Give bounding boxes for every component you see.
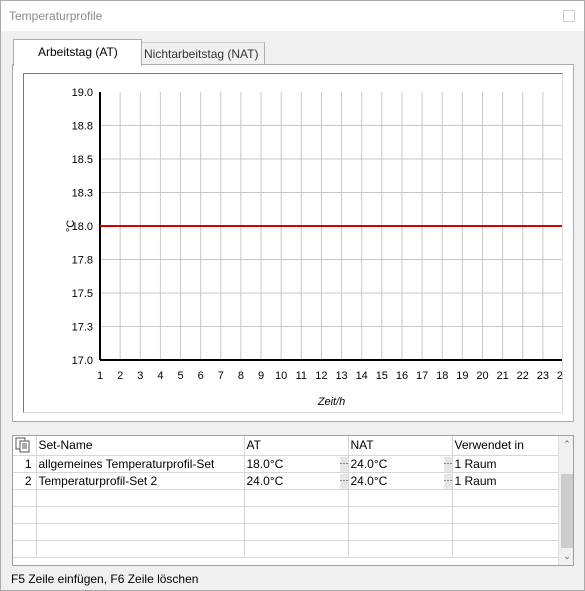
- nat-value: 24.0°C: [350, 456, 388, 471]
- at-cell[interactable]: 24.0°C ···: [244, 472, 349, 490]
- chart-frame: 1234567891011121314151617181920212223241…: [23, 73, 563, 413]
- status-hint: F5 Zeile einfügen, F6 Zeile löschen: [11, 572, 199, 586]
- temperaturprofile-window: Temperaturprofile Arbeitstag (AT) Nichta…: [0, 0, 585, 591]
- x-tick-label: 16: [396, 370, 408, 382]
- close-button[interactable]: [563, 10, 575, 22]
- at-value: 24.0°C: [246, 473, 284, 488]
- x-tick-label: 14: [356, 370, 368, 382]
- x-axis-label: Zeit/h: [317, 396, 346, 408]
- set-name-cell[interactable]: allgemeines Temperaturprofil-Set: [36, 455, 245, 473]
- x-tick-label: 4: [157, 370, 163, 382]
- x-tick-label: 18: [436, 370, 448, 382]
- x-tick-label: 9: [258, 370, 264, 382]
- empty-row[interactable]: [13, 489, 559, 507]
- y-tick-label: 18.8: [72, 121, 93, 133]
- x-tick-label: 2: [117, 370, 123, 382]
- x-tick-label: 19: [456, 370, 468, 382]
- x-tick-label: 7: [218, 370, 224, 382]
- scroll-down-arrow-icon[interactable]: ⌄: [559, 548, 573, 565]
- row-number: 1: [13, 455, 37, 473]
- x-tick-label: 5: [177, 370, 183, 382]
- copy-header-cell[interactable]: [13, 436, 37, 456]
- column-header-nat[interactable]: NAT: [348, 436, 453, 456]
- x-tick-label: 24: [557, 370, 562, 382]
- x-tick-label: 22: [517, 370, 529, 382]
- x-tick-label: 17: [416, 370, 428, 382]
- at-value: 18.0°C: [246, 456, 284, 471]
- nat-ellipsis-button[interactable]: ···: [443, 456, 451, 471]
- x-tick-label: 23: [537, 370, 549, 382]
- y-tick-label: 17.0: [72, 355, 93, 367]
- y-tick-label: 19.0: [72, 87, 93, 99]
- tab-label: Nichtarbeitstag (NAT): [144, 47, 259, 61]
- y-tick-label: 18.3: [72, 188, 93, 200]
- column-header-verwendet-in[interactable]: Verwendet in: [452, 436, 559, 456]
- scroll-up-arrow-icon[interactable]: ⌃: [559, 436, 573, 453]
- tab-nichtarbeitstag[interactable]: Nichtarbeitstag (NAT): [142, 42, 265, 64]
- empty-row[interactable]: [13, 506, 559, 524]
- at-cell[interactable]: 18.0°C ···: [244, 455, 349, 473]
- row-number: 2: [13, 472, 37, 490]
- empty-row[interactable]: [13, 540, 559, 558]
- x-tick-label: 11: [296, 370, 307, 382]
- vertical-scrollbar[interactable]: ⌃ ⌄: [558, 436, 573, 565]
- nat-ellipsis-button[interactable]: ···: [443, 473, 451, 488]
- table-row[interactable]: 2 Temperaturprofil-Set 2 24.0°C ··· 24.0°…: [13, 472, 559, 490]
- verwendet-in-cell: 1 Raum: [452, 472, 559, 490]
- temperature-chart: 1234567891011121314151617181920212223241…: [65, 87, 562, 408]
- y-tick-label: 17.3: [72, 322, 93, 334]
- x-tick-label: 10: [275, 370, 287, 382]
- table-header-row: Set-Name AT NAT Verwendet in: [13, 436, 559, 456]
- y-tick-label: 17.5: [72, 288, 93, 300]
- nat-cell[interactable]: 24.0°C ···: [348, 455, 453, 473]
- tab-arbeitstag[interactable]: Arbeitstag (AT): [13, 39, 142, 66]
- column-header-at[interactable]: AT: [244, 436, 349, 456]
- y-tick-label: 17.8: [72, 255, 93, 267]
- x-tick-label: 12: [315, 370, 327, 382]
- nat-cell[interactable]: 24.0°C ···: [348, 472, 453, 490]
- copy-icon: [15, 437, 30, 453]
- at-ellipsis-button[interactable]: ···: [339, 456, 347, 471]
- tab-label: Arbeitstag (AT): [38, 45, 118, 59]
- tab-panel: 1234567891011121314151617181920212223241…: [12, 64, 574, 422]
- x-tick-label: 21: [496, 370, 508, 382]
- scroll-thumb[interactable]: [561, 474, 573, 548]
- x-tick-label: 8: [238, 370, 244, 382]
- x-tick-label: 1: [97, 370, 103, 382]
- at-ellipsis-button[interactable]: ···: [339, 473, 347, 488]
- x-tick-label: 20: [476, 370, 488, 382]
- window-title: Temperaturprofile: [9, 9, 103, 23]
- nat-value: 24.0°C: [350, 473, 388, 488]
- x-tick-label: 13: [335, 370, 347, 382]
- profile-set-table: Set-Name AT NAT Verwendet in 1 allgemein…: [13, 436, 559, 558]
- verwendet-in-cell: 1 Raum: [452, 455, 559, 473]
- title-bar: Temperaturprofile: [1, 1, 584, 31]
- empty-row[interactable]: [13, 523, 559, 541]
- set-name-cell[interactable]: Temperaturprofil-Set 2: [36, 472, 245, 490]
- profile-set-grid: Set-Name AT NAT Verwendet in 1 allgemein…: [12, 435, 574, 566]
- y-tick-label: 18.5: [72, 154, 93, 166]
- x-tick-label: 6: [198, 370, 204, 382]
- x-tick-label: 15: [376, 370, 388, 382]
- y-axis-label: °C: [65, 220, 77, 232]
- table-row[interactable]: 1 allgemeines Temperaturprofil-Set 18.0°…: [13, 455, 559, 473]
- x-tick-label: 3: [137, 370, 143, 382]
- column-header-set-name[interactable]: Set-Name: [36, 436, 245, 456]
